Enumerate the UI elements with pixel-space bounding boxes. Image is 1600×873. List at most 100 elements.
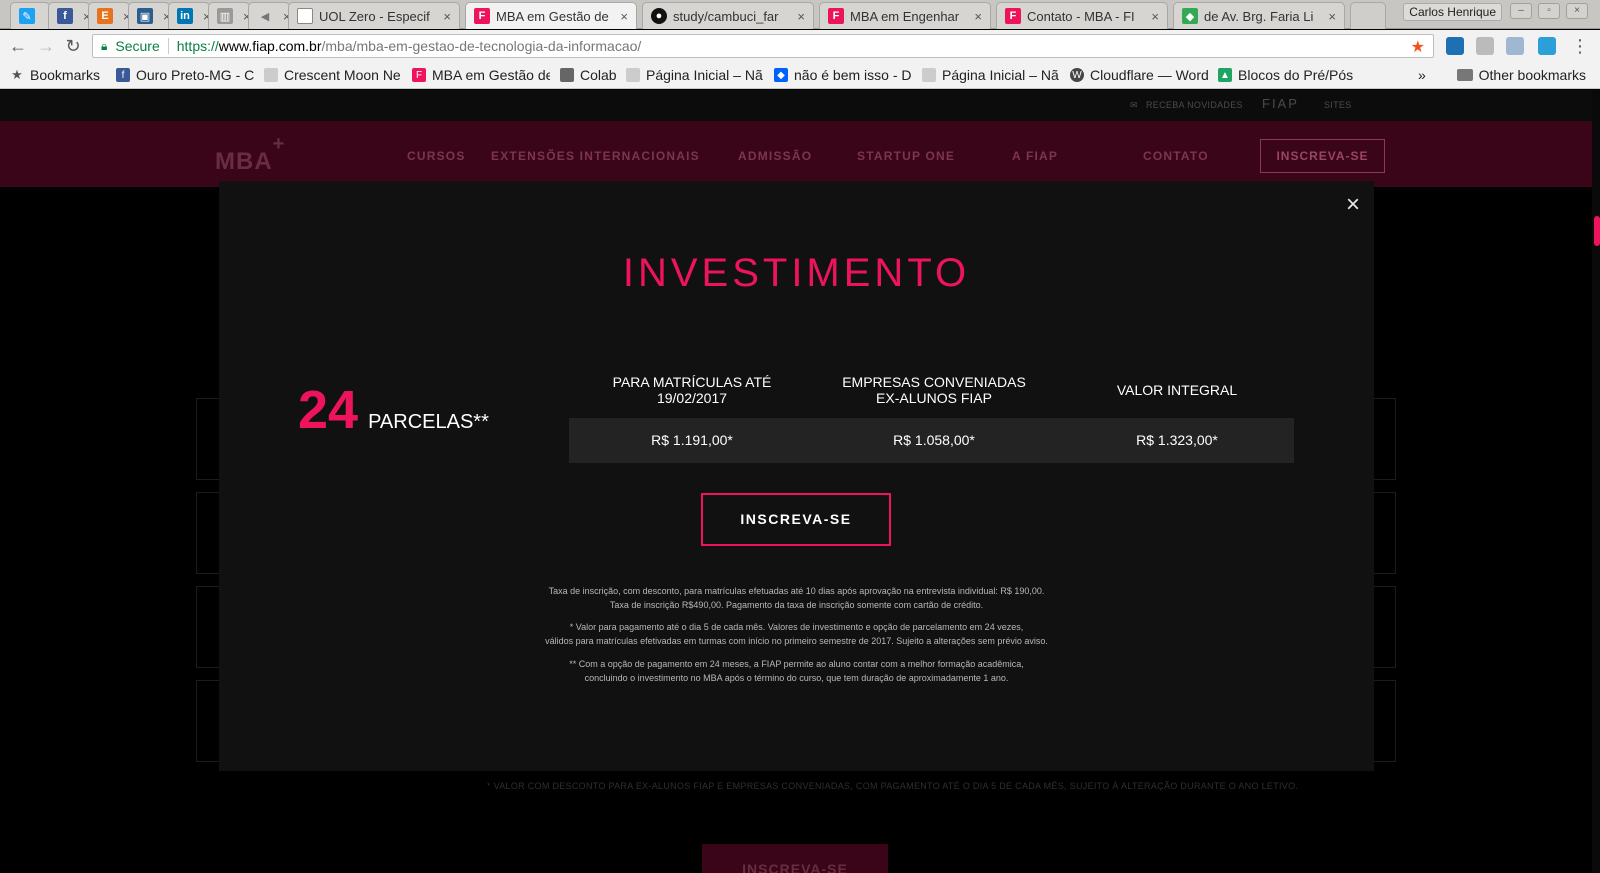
tab-title: Contato - MBA - FI — [1027, 8, 1135, 24]
tab-title: de Av. Brg. Faria Li — [1204, 8, 1314, 24]
close-tab-icon[interactable]: × — [1151, 9, 1159, 24]
maps-icon: ◆ — [1182, 8, 1198, 24]
tab-contato[interactable]: F Contato - MBA - FI × — [996, 2, 1168, 29]
price-header: PARA MATRÍCULAS ATÉ 19/02/2017 — [572, 374, 812, 406]
scrollbar-thumb[interactable] — [1594, 216, 1600, 246]
nav-a-fiap[interactable]: A FIAP — [1012, 149, 1058, 163]
installments-number: 24 — [298, 380, 359, 440]
tab-pinned-2[interactable]: f × — [48, 2, 90, 29]
tab-strip: ✎ f × E × ▣ × in × ▥ × ◀ × UOL Zero - Especif ×… — [0, 0, 1600, 29]
bookmark-label: Bookmarks — [30, 67, 101, 83]
mail-icon[interactable]: ✉ — [1130, 100, 1138, 111]
forward-icon[interactable]: → — [36, 36, 56, 56]
bookmark-label: MBA em Gestão de — [432, 67, 550, 83]
bookmarks-bar: ★ Bookmarks f Ouro Preto-MG - C Crescent M… — [0, 62, 1600, 89]
bookmark-star-icon[interactable]: ★ — [1411, 37, 1425, 57]
drive-icon: ▲ — [1218, 68, 1232, 82]
tab-pinned-6[interactable]: ▥ × — [208, 2, 250, 29]
close-tab-icon[interactable]: × — [974, 9, 982, 24]
price-value: R$ 1.058,00* — [893, 432, 975, 448]
folder-icon — [560, 68, 574, 82]
fiap-logo[interactable]: FIAP — [1262, 96, 1299, 111]
price-header-line: EX-ALUNOS FIAP — [876, 390, 992, 406]
bookmark-item[interactable]: ◆ não é bem isso - Dr — [774, 67, 912, 83]
profile-button[interactable]: Carlos Henrique — [1403, 3, 1502, 21]
tab-title: study/cambuci_far — [673, 8, 779, 24]
facebook-icon: f — [116, 68, 130, 82]
extension-icon[interactable] — [1446, 37, 1464, 55]
close-tab-icon[interactable]: × — [443, 9, 451, 24]
bookmark-item[interactable]: Página Inicial – Nã — [922, 67, 1060, 83]
bookmark-item[interactable]: Crescent Moon Ne — [264, 67, 402, 83]
bookmark-item[interactable]: f Ouro Preto-MG - C — [116, 67, 254, 83]
nav-subscribe-button[interactable]: INSCREVA-SE — [1260, 139, 1385, 173]
tab-uol[interactable]: UOL Zero - Especif × — [288, 2, 460, 29]
url-path: /mba/mba-em-gestao-de-tecnologia-da-info… — [321, 38, 642, 54]
wordpress-icon: W — [1070, 68, 1084, 82]
tab-pinned-5[interactable]: in × — [168, 2, 210, 29]
price-header-line: VALOR INTEGRAL — [1116, 382, 1238, 398]
dropbox-extension-icon[interactable] — [1506, 37, 1524, 55]
bookmark-label: Cloudflare — Word — [1090, 67, 1208, 83]
audio-icon: ◀ — [260, 10, 270, 23]
linkedin-icon: in — [177, 8, 193, 24]
tab-pinned-1[interactable]: ✎ — [10, 2, 50, 29]
star-icon: ★ — [11, 67, 23, 82]
minimize-button[interactable]: – — [1510, 3, 1532, 19]
tab-maps[interactable]: ◆ de Av. Brg. Faria Li × — [1173, 2, 1345, 29]
price-header-line: PARA MATRÍCULAS ATÉ — [612, 374, 772, 390]
tab-pinned-4[interactable]: ▣ × — [128, 2, 170, 29]
fine-print-line: concluindo o investimento no MBA após o … — [584, 673, 1009, 683]
tab-mba-engenharia[interactable]: F MBA em Engenhar × — [819, 2, 991, 29]
close-tab-icon[interactable]: × — [620, 9, 628, 24]
bookmarks-overflow-button[interactable]: » — [1418, 67, 1426, 83]
subscribe-button[interactable]: INSCREVA-SE — [701, 493, 891, 546]
price-value: R$ 1.323,00* — [1136, 432, 1218, 448]
close-tab-icon[interactable]: × — [797, 9, 805, 24]
sites-dropdown[interactable]: SITES — [1324, 100, 1352, 110]
bookmark-item[interactable]: W Cloudflare — Word — [1070, 67, 1208, 83]
newsletter-link[interactable]: RECEBA NOVIDADES — [1146, 100, 1243, 110]
mba-logo[interactable]: MBA+ — [215, 133, 285, 176]
tab-github[interactable]: ● study/cambuci_far × — [642, 2, 814, 29]
fine-print-line: válidos para matrículas efetivadas em tu… — [545, 636, 1048, 646]
menu-icon[interactable]: ⋮ — [1570, 36, 1590, 56]
bookmark-item[interactable]: Página Inicial – Nã — [626, 67, 764, 83]
close-tab-icon[interactable]: × — [1328, 9, 1336, 24]
address-bar[interactable]: 🔒︎ Secure https://www.fiap.com.br/mba/mb… — [92, 34, 1434, 58]
extension-icon[interactable] — [1538, 37, 1556, 55]
nav-extensoes[interactable]: EXTENSÕES INTERNACIONAIS — [491, 149, 700, 163]
nav-admissao[interactable]: ADMISSÃO — [738, 149, 812, 163]
other-bookmarks[interactable]: Other bookmarks — [1456, 67, 1586, 83]
bookmark-folder[interactable]: Colab — [560, 67, 616, 83]
maximize-button[interactable]: ▫ — [1538, 3, 1560, 19]
bookmark-label: Blocos do Pré/Pós — [1238, 67, 1354, 83]
back-icon[interactable]: ← — [8, 36, 28, 56]
bookmark-label: Colab — [580, 67, 616, 83]
bookmark-item[interactable]: ★ Bookmarks — [10, 67, 106, 83]
bookmark-item[interactable]: F MBA em Gestão de — [412, 67, 550, 83]
new-tab-button[interactable] — [1350, 2, 1386, 29]
nav-cursos[interactable]: CURSOS — [407, 149, 466, 163]
reload-icon[interactable]: ↻ — [63, 36, 83, 56]
logo-text: MBA — [215, 148, 273, 175]
background-note: * VALOR COM DESCONTO PARA EX-ALUNOS FIAP… — [487, 781, 1299, 791]
fine-print-line: Taxa de inscrição R$490,00. Pagamento da… — [609, 600, 984, 610]
tab-mba-gestao[interactable]: F MBA em Gestão de × — [465, 2, 637, 29]
installments-label: PARCELAS** — [368, 411, 489, 433]
close-icon[interactable]: × — [1346, 191, 1360, 219]
background-subscribe-button[interactable]: INSCREVA-SE — [702, 844, 888, 873]
price-value: R$ 1.191,00* — [651, 432, 733, 448]
tab-pinned-3[interactable]: E × — [88, 2, 130, 29]
tab-pinned-7[interactable]: ◀ × — [248, 2, 290, 29]
modal-title: INVESTIMENTO — [622, 251, 971, 295]
fine-print-installments: ** Com a opção de pagamento em 24 meses,… — [219, 657, 1374, 685]
nav-contato[interactable]: CONTATO — [1143, 149, 1209, 163]
fiap-icon: F — [412, 68, 426, 82]
scrollbar[interactable] — [1592, 90, 1600, 873]
bookmark-item[interactable]: ▲ Blocos do Pré/Pós — [1218, 67, 1358, 83]
other-bookmarks-label: Other bookmarks — [1478, 67, 1586, 83]
extension-icon[interactable] — [1476, 37, 1494, 55]
close-window-button[interactable]: × — [1566, 3, 1588, 19]
nav-startup-one[interactable]: STARTUP ONE — [857, 149, 955, 163]
